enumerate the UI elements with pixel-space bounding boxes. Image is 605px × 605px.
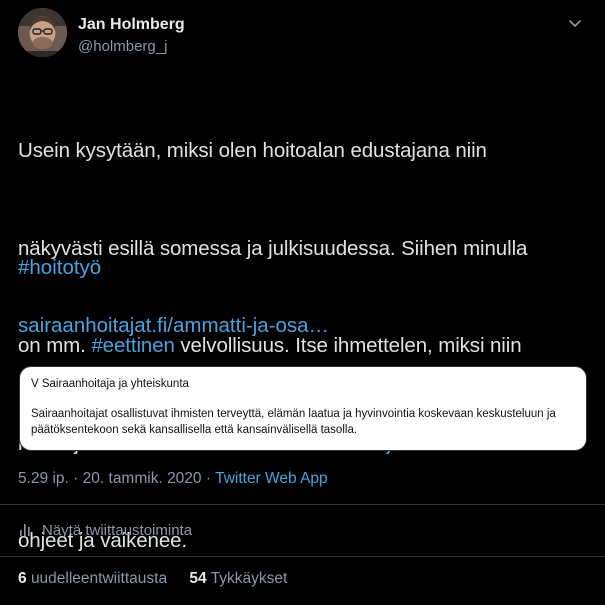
profile-photo-icon [18,8,67,57]
tweet-date[interactable]: 20. tammik. 2020 [83,470,202,487]
meta-separator: · [205,470,212,487]
tweet-line: Usein kysytään, miksi olen hoitoalan edu… [18,139,487,162]
meta-separator: · [73,470,79,487]
tweet-line: näkyvästi esillä somessa ja julkisuudess… [18,236,528,260]
retweets-stat[interactable]: 6 uudelleentwiittausta [18,570,167,587]
avatar[interactable] [18,8,67,57]
card-body: Sairaanhoitajat osallistuvat ihmisten te… [31,408,556,436]
analytics-icon [20,524,30,536]
tweet-stats: 6 uudelleentwiittausta 54 Tykkäykset [18,570,305,588]
tweet-time[interactable]: 5.29 ip. [18,470,69,487]
tweet-link[interactable]: sairaanhoitajat.fi/ammatti-ja-osa… [18,310,329,342]
author-handle[interactable]: @holmberg_j [78,38,167,55]
tweet-meta: 5.29 ip. · 20. tammik. 2020 · Twitter We… [18,470,328,488]
divider [0,556,605,557]
tweet-header: Jan Holmberg @holmberg_j [18,8,588,60]
retweets-label: uudelleentwiittausta [30,570,168,587]
card-title: V Sairaanhoitaja ja yhteiskunta [31,378,189,390]
link-preview-card[interactable]: V Sairaanhoitaja ja yhteiskunta Sairaanh… [19,366,587,451]
retweets-count: 6 [18,570,27,587]
likes-count: 54 [189,570,207,587]
author-name[interactable]: Jan Holmberg [78,16,185,34]
source-app-link[interactable]: Twitter Web App [215,470,328,487]
view-activity-button[interactable]: Näytä twiittaustoiminta [18,519,192,541]
likes-label: Tykkäykset [210,570,288,587]
divider [0,504,605,505]
chevron-down-icon [569,20,581,27]
more-options-button[interactable] [566,14,584,32]
likes-stat[interactable]: 54 Tykkäykset [189,570,287,587]
hashtag-hoitotyo[interactable]: #hoitotyö [18,252,101,284]
view-activity-label: Näytä twiittaustoiminta [42,521,193,539]
